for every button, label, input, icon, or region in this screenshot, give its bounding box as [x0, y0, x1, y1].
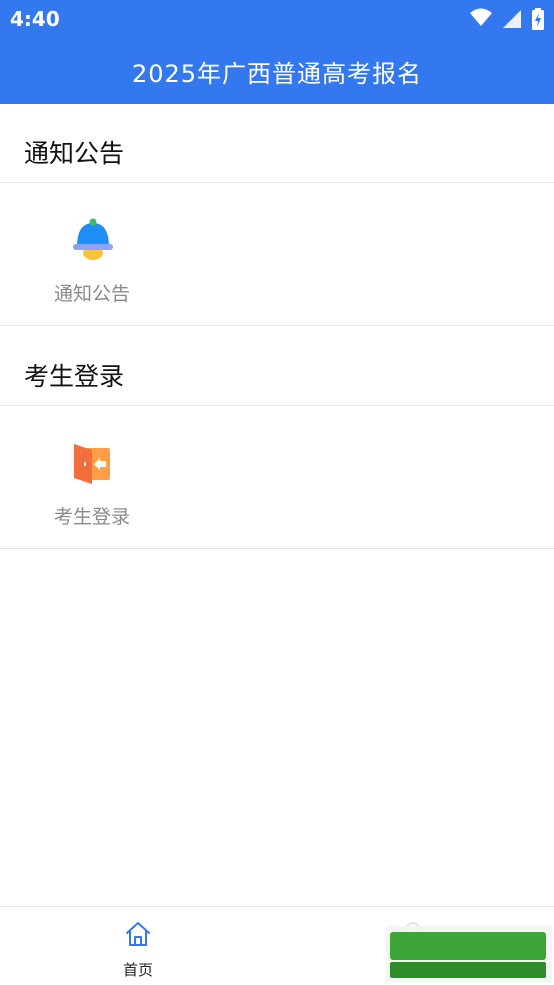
watermark-logo	[386, 926, 552, 982]
section-header-login: 考生登录	[0, 327, 554, 406]
section-title: 考生登录	[24, 362, 125, 391]
login-grid-item[interactable]: 考生登录	[22, 420, 162, 532]
section-title: 通知公告	[24, 139, 125, 168]
tab-home-label: 首页	[122, 961, 153, 979]
app-bar: 2025年广西普通高考报名	[0, 38, 554, 104]
tab-home[interactable]: 首页	[98, 917, 178, 981]
wifi-icon	[469, 8, 492, 26]
grid-item-label: 通知公告	[53, 283, 130, 305]
page-title: 2025年广西普通高考报名	[131, 60, 423, 88]
section-header-notice: 通知公告	[0, 104, 554, 183]
status-time: 4:40	[10, 7, 60, 31]
status-bar: 4:40	[0, 0, 554, 38]
door-exit-icon	[74, 444, 110, 484]
home-icon	[126, 922, 150, 946]
status-icons	[464, 8, 544, 30]
notice-grid-item[interactable]: 通知公告	[22, 197, 162, 309]
bell-icon	[73, 218, 113, 260]
battery-icon	[532, 8, 544, 30]
grid-item-label: 考生登录	[53, 506, 130, 528]
section-grid-notice: 通知公告	[0, 183, 554, 326]
signal-icon	[502, 10, 521, 28]
section-grid-login: 考生登录	[0, 406, 554, 549]
